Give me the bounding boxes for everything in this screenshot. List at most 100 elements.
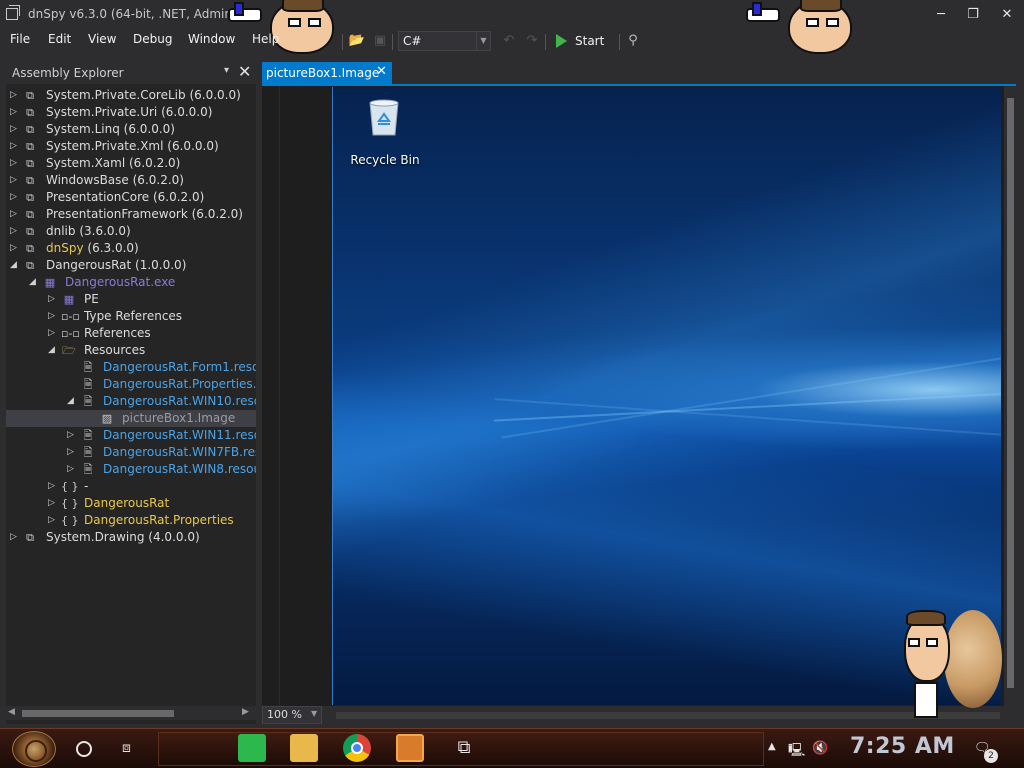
tree-item-module[interactable]: ◢ ▦ DangerousRat.exe: [6, 274, 256, 291]
expand-arrow-icon[interactable]: ▷: [67, 464, 75, 474]
chrome-icon[interactable]: [343, 734, 371, 762]
viewer-vertical-scrollbar[interactable]: [1004, 86, 1016, 706]
tree-item-assembly[interactable]: ▷ ⧉ dnSpy (6.3.0.0): [6, 240, 256, 257]
taskbar-clock[interactable]: 7:25 AM: [850, 734, 955, 759]
tree-item-assembly-expanded[interactable]: ◢ ⧉ DangerousRat (1.0.0.0): [6, 257, 256, 274]
expand-arrow-icon[interactable]: ▷: [10, 124, 18, 134]
scroll-right-icon[interactable]: ▶: [242, 707, 249, 717]
expand-arrow-icon[interactable]: ▷: [10, 158, 18, 168]
restore-button[interactable]: ❐: [956, 0, 990, 30]
tree-item-resource[interactable]: ▷ 🗎 DangerousRat.WIN8.resour: [6, 461, 256, 478]
notes-app-icon[interactable]: [238, 734, 266, 762]
expand-arrow-icon[interactable]: ▷: [10, 209, 18, 219]
close-panel-icon[interactable]: ✕: [238, 62, 251, 81]
assembly-icon: ⧉: [26, 208, 34, 221]
tree-item-assembly[interactable]: ▷ ⧉ System.Drawing (4.0.0.0): [6, 529, 256, 546]
tree-item-namespace[interactable]: ▷ { } DangerousRat.Properties: [6, 512, 256, 529]
collapse-arrow-icon[interactable]: ◢: [48, 345, 56, 355]
save-icon[interactable]: ▣: [371, 32, 389, 50]
expand-arrow-icon[interactable]: ▷: [10, 107, 18, 117]
tree-item-assembly[interactable]: ▷ ⧉ dnlib (3.6.0.0): [6, 223, 256, 240]
expand-arrow-icon[interactable]: ▷: [48, 311, 56, 321]
file-explorer-icon[interactable]: [290, 734, 318, 762]
volume-muted-icon[interactable]: 🔇: [812, 741, 828, 756]
scroll-thumb[interactable]: [1007, 98, 1014, 688]
tree-item-type-references[interactable]: ▷ ▫-▫ Type References: [6, 308, 256, 325]
expand-arrow-icon[interactable]: ▷: [48, 515, 56, 525]
menu-help[interactable]: Help: [252, 32, 279, 46]
tree-item-resource[interactable]: ▷ 🗎 DangerousRat.WIN7FB.reso: [6, 444, 256, 461]
minimize-icon: ─: [937, 7, 945, 22]
tree-item-assembly[interactable]: ▷ ⧉ System.Private.Uri (6.0.0.0): [6, 104, 256, 121]
expand-arrow-icon[interactable]: ▷: [10, 532, 18, 542]
tree-item-image-selected[interactable]: ▨ pictureBox1.Image: [6, 410, 256, 427]
zoom-select[interactable]: 100 % ▼: [262, 706, 322, 724]
expand-arrow-icon[interactable]: ▷: [10, 226, 18, 236]
dropdown-icon[interactable]: ▾: [224, 65, 229, 76]
tree-item-assembly[interactable]: ▷ ⧉ PresentationCore (6.0.2.0): [6, 189, 256, 206]
open-folder-icon[interactable]: 📂: [348, 32, 366, 50]
expand-arrow-icon[interactable]: ▷: [48, 328, 56, 338]
expand-arrow-icon[interactable]: ▷: [67, 447, 75, 457]
tray-overflow-icon[interactable]: ▲: [768, 741, 776, 752]
cortana-icon[interactable]: [76, 741, 92, 757]
tree-item-references[interactable]: ▷ ▫-▫ References: [6, 325, 256, 342]
network-icon[interactable]: 🖳: [788, 741, 805, 763]
tree-item-namespace[interactable]: ▷ { } DangerousRat: [6, 495, 256, 512]
tree-item-resource[interactable]: 🗎 DangerousRat.Properties.Re: [6, 376, 256, 393]
dnspy-taskbar-icon[interactable]: [396, 734, 424, 762]
expand-arrow-icon[interactable]: ▷: [10, 243, 18, 253]
explorer-horizontal-scrollbar[interactable]: ◀ ▶: [6, 706, 256, 720]
tree-item-assembly[interactable]: ▷ ⧉ System.Linq (6.0.0.0): [6, 121, 256, 138]
tab-picturebox1-image[interactable]: pictureBox1.Image ✕: [262, 62, 392, 84]
toolbar-separator: [342, 34, 343, 50]
collapse-arrow-icon[interactable]: ◢: [10, 260, 18, 270]
chevron-down-icon: ▼: [476, 32, 490, 50]
menu-window[interactable]: Window: [188, 32, 235, 46]
expand-arrow-icon[interactable]: ▷: [10, 192, 18, 202]
task-view-icon[interactable]: ⧈: [122, 740, 131, 756]
scroll-left-icon[interactable]: ◀: [8, 707, 15, 717]
redo-icon[interactable]: ↷: [523, 32, 541, 50]
tree-item-resource[interactable]: ▷ 🗎 DangerousRat.WIN11.resou: [6, 427, 256, 444]
tree-item-assembly[interactable]: ▷ ⧉ System.Xaml (6.0.2.0): [6, 155, 256, 172]
search-icon[interactable]: ⚲: [624, 32, 642, 50]
close-window-button[interactable]: ✕: [990, 0, 1024, 30]
menu-edit[interactable]: Edit: [48, 32, 71, 46]
undo-icon[interactable]: ↶: [500, 32, 518, 50]
tree-item-resource[interactable]: 🗎 DangerousRat.Form1.resour: [6, 359, 256, 376]
menu-view[interactable]: View: [88, 32, 116, 46]
tree-item-assembly[interactable]: ▷ ⧉ WindowsBase (6.0.2.0): [6, 172, 256, 189]
close-tab-icon[interactable]: ✕: [376, 64, 387, 79]
menu-file[interactable]: File: [10, 32, 30, 46]
tree-item-namespace[interactable]: ▷ { } -: [6, 478, 256, 495]
language-select[interactable]: C# ▼: [398, 31, 491, 51]
tree-item-pe[interactable]: ▷ ▦ PE: [6, 291, 256, 308]
expand-arrow-icon[interactable]: ▷: [10, 141, 18, 151]
tree-item-assembly[interactable]: ▷ ⧉ System.Private.Xml (6.0.0.0): [6, 138, 256, 155]
collapse-arrow-icon[interactable]: ◢: [29, 277, 37, 287]
toolbar-separator: [619, 34, 620, 50]
tree-item-resource-expanded[interactable]: ◢ 🗎 DangerousRat.WIN10.resou: [6, 393, 256, 410]
assembly-icon: ⧉: [26, 157, 34, 170]
collapse-arrow-icon[interactable]: ◢: [67, 396, 75, 406]
recycle-bin-desktop-icon[interactable]: Recycle Bin: [349, 93, 421, 167]
scroll-thumb[interactable]: [22, 710, 174, 717]
viewer-gutter: [279, 86, 280, 706]
expand-arrow-icon[interactable]: ▷: [10, 90, 18, 100]
expand-arrow-icon[interactable]: ▷: [48, 294, 56, 304]
start-button[interactable]: [12, 731, 56, 767]
copy-windows-icon[interactable]: ⧉: [450, 734, 478, 762]
start-debug-button[interactable]: Start: [554, 31, 614, 51]
tree-item-assembly[interactable]: ▷ ⧉ System.Private.CoreLib (6.0.0.0): [6, 87, 256, 104]
hamster-icon: [944, 610, 1002, 708]
tree-item-assembly[interactable]: ▷ ⧉ PresentationFramework (6.0.2.0): [6, 206, 256, 223]
expand-arrow-icon[interactable]: ▷: [48, 481, 56, 491]
expand-arrow-icon[interactable]: ▷: [10, 175, 18, 185]
minimize-button[interactable]: ─: [924, 0, 958, 30]
resource-file-icon: 🗎: [83, 378, 93, 391]
menu-debug[interactable]: Debug: [133, 32, 172, 46]
expand-arrow-icon[interactable]: ▷: [48, 498, 56, 508]
expand-arrow-icon[interactable]: ▷: [67, 430, 75, 440]
tree-item-resources[interactable]: ◢ 🗁 Resources: [6, 342, 256, 359]
